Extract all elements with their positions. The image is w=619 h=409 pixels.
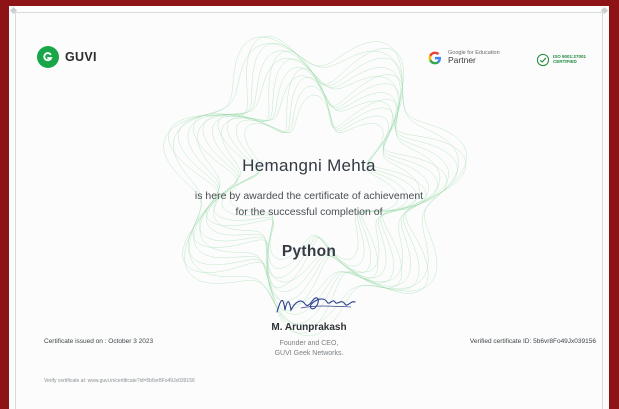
verified-certificate-id: Verified certificate ID: 5b6vr8Fo49Jx039… — [469, 338, 596, 345]
guvi-logo-text: GUVI — [65, 50, 97, 64]
google-partner-badge: Google for Education Partner — [427, 50, 500, 66]
certificate: GUVI Google for Education Partner ISO 90… — [9, 6, 609, 409]
google-g-icon — [428, 51, 441, 65]
signatory-role-line2: GUVI Geek Networks. — [274, 350, 344, 357]
recipient-name: Hemangni Mehta — [242, 156, 376, 175]
issued-date: Certificate issued on : October 3 2023 — [44, 338, 154, 345]
guilloche-line — [187, 50, 450, 315]
guilloche-line — [173, 43, 459, 327]
signatory-name: M. Arunprakash — [271, 322, 347, 333]
guilloche-line — [192, 50, 448, 312]
guvi-logo: GUVI — [37, 46, 97, 68]
guilloche-line — [221, 85, 408, 269]
guilloche-line — [197, 58, 441, 306]
iso-line2: CERTIFIED — [553, 59, 577, 64]
guvi-logo-icon — [37, 46, 59, 68]
verify-certificate-link[interactable]: Verify certificate at: www.guvi.in/certi… — [44, 378, 195, 384]
award-text-line1: is here by awarded the certificate of ac… — [194, 190, 424, 202]
signature-image — [276, 297, 356, 313]
partner-line2: Partner — [448, 55, 476, 66]
iso-seal-icon — [536, 53, 550, 67]
iso-certified-badge: ISO 9001:27001 CERTIFIED — [536, 53, 586, 67]
award-text-line2: for the successful completion of — [235, 206, 383, 218]
course-name: Python — [281, 243, 337, 260]
